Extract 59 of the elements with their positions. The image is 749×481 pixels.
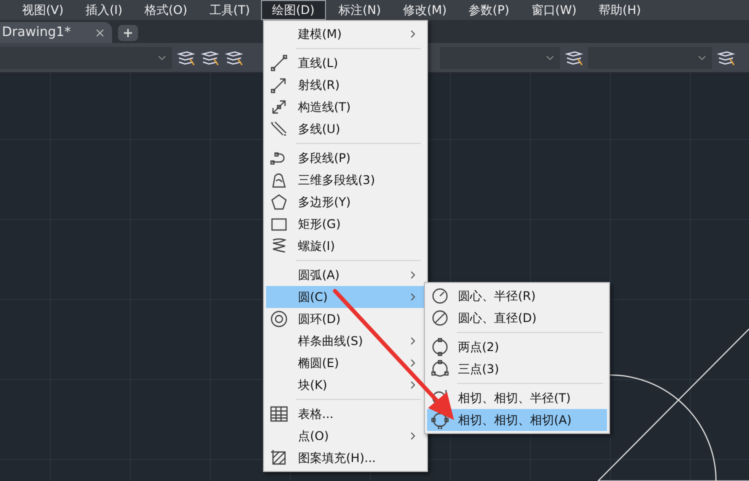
tab-label: Drawing1*: [2, 25, 71, 40]
circle-diameter-icon: [431, 309, 449, 327]
circle-tangent-icon: [431, 411, 449, 429]
ray-icon: [270, 76, 288, 94]
menu-item[interactable]: 相切、相切、相切(A): [427, 409, 607, 431]
menu-item[interactable]: 三维多段线(3): [266, 169, 425, 191]
layer-icon[interactable]: [225, 50, 243, 66]
menu-item[interactable]: 螺旋(I): [266, 235, 425, 257]
menu-title[interactable]: 帮助(H): [588, 0, 652, 20]
table-style-icon[interactable]: [565, 50, 583, 66]
leader-style-icon[interactable]: [717, 50, 735, 66]
circle-three-point-icon: [431, 360, 449, 378]
menu-item[interactable]: 圆心、半径(R): [427, 285, 607, 307]
menu-item[interactable]: 建模(M): [266, 23, 425, 45]
new-tab-button[interactable]: [118, 25, 138, 41]
menu-item[interactable]: 直线(L): [266, 52, 425, 74]
3d-polyline-icon: [270, 171, 288, 189]
menu-item[interactable]: 样条曲线(S): [266, 330, 425, 352]
donut-icon: [270, 310, 288, 328]
file-tab[interactable]: Drawing1*: [0, 22, 112, 43]
hatch-icon: [270, 449, 288, 467]
menu-title[interactable]: 窗口(W): [520, 0, 588, 20]
menu-item[interactable]: 多段线(P): [266, 147, 425, 169]
menu-title[interactable]: 插入(I): [74, 0, 134, 20]
menu-item[interactable]: 多边形(Y): [266, 191, 425, 213]
menu-title[interactable]: 格式(O): [133, 0, 198, 20]
menu-title[interactable]: 工具(T): [198, 0, 261, 20]
menu-item[interactable]: 圆心、直径(D): [427, 307, 607, 329]
menu-title[interactable]: 标注(N): [328, 0, 392, 20]
menu-item[interactable]: 椭圆(E): [266, 352, 425, 374]
pentagon-icon: [270, 193, 288, 211]
menu-item[interactable]: 射线(R): [266, 74, 425, 96]
menu-item[interactable]: 矩形(G): [266, 213, 425, 235]
menu-item[interactable]: 两点(2): [427, 336, 607, 358]
menu-item[interactable]: 点(O): [266, 425, 425, 447]
menu-title[interactable]: 绘图(D): [261, 0, 326, 20]
menu-item[interactable]: 圆弧(A): [266, 264, 425, 286]
table-icon: [270, 405, 288, 423]
menu-title[interactable]: 参数(P): [458, 0, 520, 20]
menu-title[interactable]: 修改(M): [392, 0, 458, 20]
layer-icon[interactable]: [177, 50, 195, 66]
menu-item[interactable]: 表格...: [266, 403, 425, 425]
menu-item[interactable]: 三点(3): [427, 358, 607, 380]
menu-title[interactable]: 视图(V): [11, 0, 75, 20]
circle-radius-icon: [431, 287, 449, 305]
circle-two-point-icon: [431, 338, 449, 356]
close-icon[interactable]: [94, 26, 106, 38]
helix-icon: [270, 237, 288, 255]
menu-item[interactable]: 圆(C): [266, 286, 425, 308]
multiline-icon: [270, 120, 288, 138]
layer-icon[interactable]: [201, 50, 219, 66]
menu-item[interactable]: 圆环(D): [266, 308, 425, 330]
menu-item[interactable]: 图案填充(H)...: [266, 447, 425, 469]
menu-item[interactable]: 多线(U): [266, 118, 425, 140]
menu-item[interactable]: 块(K): [266, 374, 425, 396]
plus-icon: [122, 27, 134, 39]
line-icon: [270, 54, 288, 72]
double-arrow-line-icon: [270, 98, 288, 116]
menu-item[interactable]: 构造线(T): [266, 96, 425, 118]
